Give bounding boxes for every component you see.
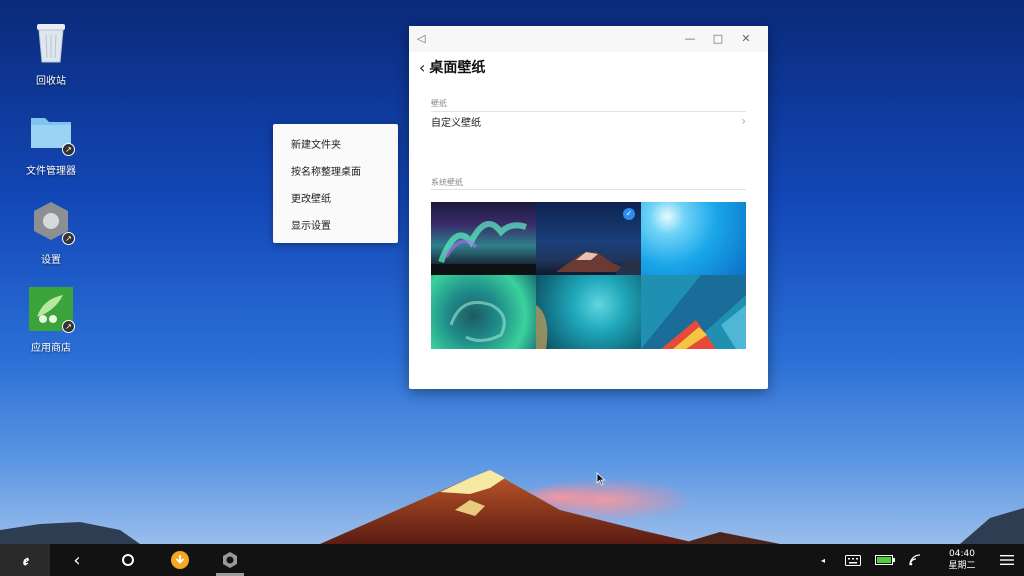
back-arrow-icon: ‹ bbox=[73, 549, 81, 571]
wallpaper-thumb-teal-coast[interactable] bbox=[431, 275, 536, 349]
custom-wallpaper-label: 自定义壁纸 bbox=[431, 117, 481, 129]
desktop-icon-label: 设置 bbox=[41, 255, 61, 266]
battery-status[interactable] bbox=[874, 544, 896, 576]
desktop-context-menu: 新建文件夹 按名称整理桌面 更改壁纸 显示设置 bbox=[273, 124, 398, 243]
desktop-icon-app-store[interactable]: ↗ 应用商店 bbox=[18, 285, 84, 365]
selected-check-icon: ✓ bbox=[623, 208, 635, 220]
home-button[interactable] bbox=[113, 544, 143, 576]
wallpaper-thumb-aerial-ocean[interactable] bbox=[536, 275, 641, 349]
desktop-icon-label: 回收站 bbox=[36, 76, 66, 87]
desktop-icon-trash[interactable]: 回收站 bbox=[18, 18, 84, 98]
shortcut-arrow-icon: ↗ bbox=[62, 143, 75, 156]
desktop-icon-file-manager[interactable]: ↗ 文件管理器 bbox=[18, 108, 84, 188]
taskbar: ꬲ ‹ ◂ 04:40 星期二 bbox=[0, 544, 1024, 576]
wallpaper-thumb-blue-light[interactable] bbox=[641, 202, 746, 275]
section-label-wallpaper: 壁纸 bbox=[431, 99, 447, 108]
notification-center-button[interactable] bbox=[996, 544, 1018, 576]
tray-expand-button[interactable]: ◂ bbox=[816, 544, 830, 576]
tray-arrow-icon: ◂ bbox=[820, 555, 825, 565]
wallpaper-grid: ✓ bbox=[431, 202, 746, 349]
custom-wallpaper-row[interactable]: 自定义壁纸 › bbox=[431, 113, 746, 129]
settings-gear-icon: ↗ bbox=[27, 197, 75, 245]
start-menu-button[interactable]: ꬲ bbox=[0, 544, 50, 576]
maximize-icon[interactable]: □ bbox=[704, 30, 732, 48]
trash-icon bbox=[27, 18, 75, 66]
app-store-icon: ↗ bbox=[27, 285, 75, 333]
close-icon[interactable]: ✕ bbox=[732, 30, 760, 48]
keyboard-icon bbox=[845, 554, 861, 566]
wifi-signal-icon bbox=[909, 554, 921, 566]
menu-item-sort-by-name[interactable]: 按名称整理桌面 bbox=[273, 157, 398, 184]
desktop-icon-label: 应用商店 bbox=[31, 343, 71, 354]
jide-logo-icon: ꬲ bbox=[22, 552, 28, 569]
divider bbox=[431, 111, 746, 112]
battery-icon bbox=[875, 555, 895, 565]
menu-item-display-settings[interactable]: 显示设置 bbox=[273, 211, 398, 238]
menu-lines-icon bbox=[1000, 555, 1014, 565]
keyboard-button[interactable] bbox=[843, 544, 863, 576]
desktop-icon-label: 文件管理器 bbox=[26, 166, 76, 177]
wallpaper-settings-window: ◁ — □ ✕ ‹ 桌面壁纸 壁纸 自定义壁纸 › 系统壁纸 ✓ bbox=[409, 26, 768, 389]
menu-item-change-wallpaper[interactable]: 更改壁纸 bbox=[273, 184, 398, 211]
taskbar-app-settings[interactable] bbox=[215, 544, 245, 576]
download-icon bbox=[171, 551, 189, 569]
wallpaper-thumb-material-shapes[interactable] bbox=[641, 275, 746, 349]
section-label-system-wallpaper: 系统壁纸 bbox=[431, 178, 463, 187]
settings-gear-icon bbox=[223, 552, 237, 568]
wallpaper-thumb-aurora[interactable] bbox=[431, 202, 536, 275]
minimize-icon[interactable]: — bbox=[676, 30, 704, 48]
collapse-triangle-icon[interactable]: ◁ bbox=[417, 32, 425, 45]
folder-icon: ↗ bbox=[27, 108, 75, 156]
shortcut-arrow-icon: ↗ bbox=[62, 320, 75, 333]
menu-item-new-folder[interactable]: 新建文件夹 bbox=[273, 130, 398, 157]
divider bbox=[431, 189, 746, 190]
back-button[interactable]: ‹ bbox=[62, 544, 92, 576]
wallpaper-thumb-mountain-night[interactable]: ✓ bbox=[536, 202, 641, 275]
network-status[interactable] bbox=[907, 544, 925, 576]
taskbar-app-downloads[interactable] bbox=[165, 544, 195, 576]
back-chevron-icon[interactable]: ‹ bbox=[419, 58, 425, 77]
page-title: 桌面壁纸 bbox=[429, 60, 486, 76]
chevron-right-icon: › bbox=[741, 114, 746, 128]
mouse-cursor-icon bbox=[596, 472, 606, 486]
home-circle-icon bbox=[122, 554, 134, 566]
desktop-icon-settings[interactable]: ↗ 设置 bbox=[18, 197, 84, 277]
shortcut-arrow-icon: ↗ bbox=[62, 232, 75, 245]
clock-time: 04:40 bbox=[949, 549, 975, 559]
window-titlebar[interactable]: ◁ — □ ✕ bbox=[409, 26, 768, 52]
clock-day: 星期二 bbox=[948, 561, 976, 571]
system-clock[interactable]: 04:40 星期二 bbox=[940, 548, 984, 572]
window-header: ‹ 桌面壁纸 bbox=[409, 52, 768, 82]
